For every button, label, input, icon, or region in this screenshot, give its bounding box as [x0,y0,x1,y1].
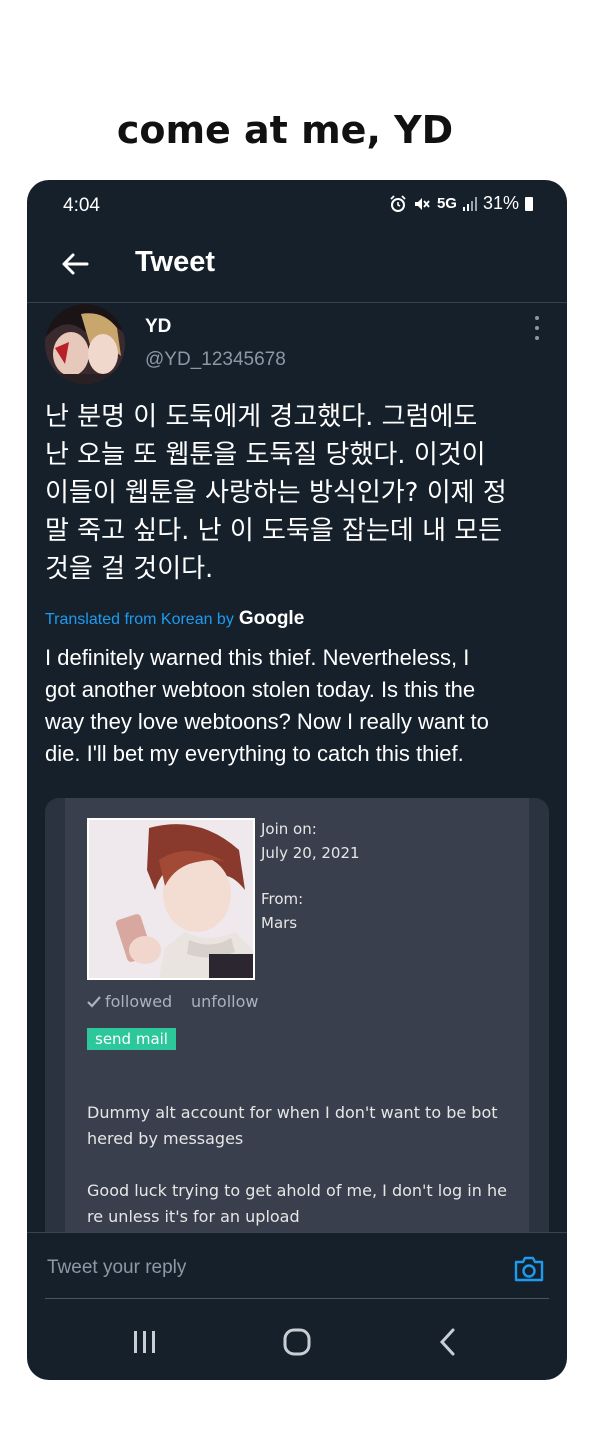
join-label: Join on: [261,820,317,838]
status-time: 4:04 [63,195,100,216]
korean-line: 이들이 웹툰을 사랑하는 방식인가? 이제 정 [45,478,507,508]
reply-bar [27,1232,567,1301]
avatar[interactable] [45,304,125,384]
unfollow-link: unfollow [191,992,259,1011]
join-date: July 20, 2021 [261,844,360,862]
arrow-left-icon [62,253,89,275]
from-label: From: [261,890,304,908]
phone-screen: 4:04 5G 31% Tweet YD @YD_12345678 난 분명 이… [27,180,567,1380]
user-handle[interactable]: @YD_12345678 [145,349,286,371]
profile-illustration [89,820,253,978]
translation-attribution[interactable]: Translated from Korean by Google [45,608,304,630]
network-type: 5G [436,195,457,212]
bio-line: Dummy alt account for when I don't want … [87,1103,498,1122]
system-nav-bar [27,1300,567,1380]
battery-icon [525,196,533,211]
reply-input[interactable] [45,1241,489,1295]
bio-line: hered by messages [87,1129,244,1148]
check-icon [87,995,101,1008]
mute-icon [414,197,430,210]
bio-paragraph-1: Dummy alt account for when I don't want … [87,1100,517,1152]
tweet-header: Tweet [27,228,567,303]
home-icon [283,1328,311,1356]
korean-line: 것을 걸 것이다. [45,554,214,584]
english-line: got another webtoon stolen today. Is thi… [45,677,476,702]
camera-icon[interactable] [513,1255,545,1283]
attached-image[interactable]: Join on: July 20, 2021 From: Mars follow… [45,798,549,1248]
battery-percent: 31% [482,193,519,213]
avatar-image [45,304,125,384]
google-logo: Google [238,608,305,629]
korean-line: 말 죽고 싶다. 난 이 도둑을 잡는데 내 모든 [45,516,503,546]
from-value: Mars [261,914,298,932]
reply-divider [45,1298,549,1299]
tweet-text-korean: 난 분명 이 도둑에게 경고했다. 그럼에도 난 오늘 또 웹툰을 도둑질 당했… [45,398,555,588]
profile-screenshot: Join on: July 20, 2021 From: Mars follow… [65,798,529,1248]
more-vertical-icon[interactable] [531,316,543,340]
profile-picture [87,818,255,980]
followed-status: followed [87,992,172,1011]
status-bar: 4:04 5G 31% [27,180,567,228]
home-button[interactable] [267,1322,327,1362]
alarm-icon [390,194,406,212]
bio-line: re unless it's for an upload [87,1207,300,1226]
recents-icon [134,1331,155,1353]
page-title: Tweet [135,246,216,278]
bio-line: Good luck trying to get ahold of me, I d… [87,1181,507,1200]
status-icons: 5G 31% [389,193,533,214]
bio-paragraph-2: Good luck trying to get ahold of me, I d… [87,1178,517,1230]
tweet-text-english: I definitely warned this thief. Neverthe… [45,642,555,770]
followed-label: followed [105,992,173,1011]
back-button[interactable] [55,246,95,282]
translated-from-label: Translated from Korean by [45,611,234,628]
display-name[interactable]: YD [145,316,171,338]
nav-back-button[interactable] [417,1322,477,1362]
english-line: way they love webtoons? Now I really wan… [45,709,489,734]
signal-icon [462,196,477,211]
korean-line: 난 오늘 또 웹툰을 도둑질 당했다. 이것이 [45,440,486,470]
back-icon [439,1328,455,1356]
send-mail-button: send mail [87,1028,176,1050]
english-line: die. I'll bet my everything to catch thi… [45,741,464,766]
recents-button[interactable] [115,1322,175,1362]
korean-line: 난 분명 이 도둑에게 경고했다. 그럼에도 [45,402,478,432]
english-line: I definitely warned this thief. Neverthe… [45,645,470,670]
meme-caption: come at me, YD [116,108,454,152]
